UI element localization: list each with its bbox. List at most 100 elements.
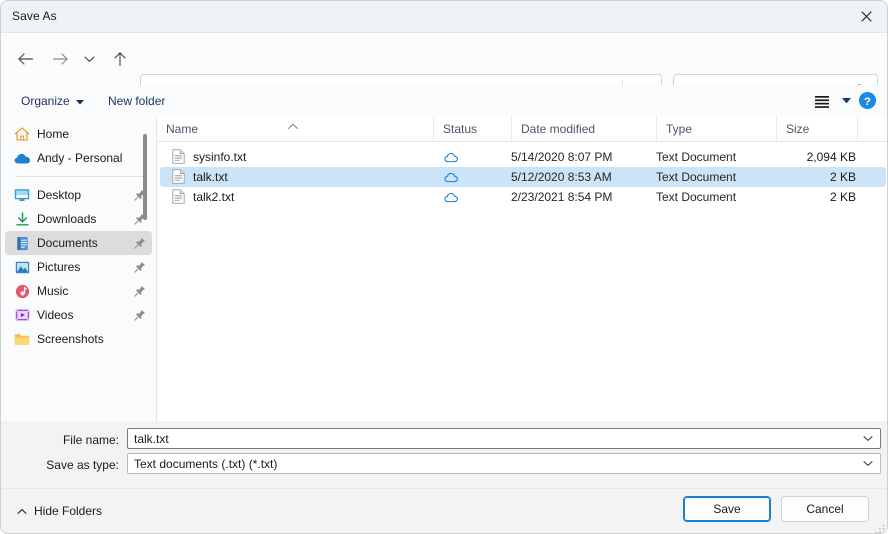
cell-status — [431, 167, 471, 187]
save-button-label: Save — [713, 502, 740, 516]
column-header-row: Name Status Date modified Type Size — [157, 117, 888, 142]
file-name-label: File name: — [9, 433, 119, 447]
sidebar-item-screenshots[interactable]: Screenshots — [5, 327, 152, 351]
sidebar-item-videos[interactable]: Videos — [5, 303, 152, 327]
cell-date-modified: 5/12/2020 8:53 AM — [511, 167, 656, 187]
table-row[interactable]: sysinfo.txt 5/14/2020 8:07 PM Text Docum… — [160, 147, 886, 167]
title-bar: Save As — [1, 1, 888, 33]
save-as-type-select[interactable]: Text documents (.txt) (*.txt) — [127, 453, 881, 474]
sidebar-item-music[interactable]: Music — [5, 279, 152, 303]
text-file-icon — [172, 149, 185, 169]
column-header-spacer[interactable] — [857, 117, 888, 141]
sidebar-divider — [17, 176, 144, 177]
cell-name: talk2.txt — [193, 187, 428, 207]
sidebar-item-label: Home — [37, 127, 69, 141]
column-header-size[interactable]: Size — [776, 117, 857, 141]
file-name-value: talk.txt — [134, 429, 169, 448]
text-file-icon — [172, 169, 185, 189]
save-as-dialog: Save As — [0, 0, 888, 534]
sidebar-item-label: Andy - Personal — [37, 151, 122, 165]
resize-grip[interactable] — [874, 521, 886, 533]
sidebar-item-label: Music — [37, 284, 68, 298]
close-icon — [861, 11, 872, 22]
sidebar-item-home[interactable]: Home — [5, 122, 152, 146]
file-name-input[interactable]: talk.txt — [127, 428, 881, 449]
cell-size: 2,094 KB — [756, 147, 856, 167]
cloud-icon — [444, 152, 459, 163]
sidebar-item-label: Desktop — [37, 188, 81, 202]
table-row[interactable]: talk2.txt 2/23/2021 8:54 PM Text Documen… — [160, 187, 886, 207]
dialog-body: Home Andy - Personal — [1, 117, 888, 421]
cloud-icon — [444, 192, 459, 203]
caret-down-icon — [842, 98, 851, 104]
home-icon — [11, 126, 33, 142]
column-header-name[interactable]: Name — [157, 117, 433, 141]
organize-label: Organize — [21, 94, 70, 108]
arrow-left-icon — [17, 52, 34, 66]
downloads-icon — [11, 212, 33, 227]
cloud-icon — [444, 172, 459, 183]
save-as-type-label: Save as type: — [9, 458, 119, 472]
column-header-type[interactable]: Type — [656, 117, 776, 141]
arrow-right-icon — [52, 52, 69, 66]
organize-button[interactable]: Organize — [15, 89, 90, 113]
save-as-type-value: Text documents (.txt) (*.txt) — [134, 454, 277, 473]
pictures-icon — [11, 260, 33, 275]
view-dropdown-button[interactable] — [838, 90, 854, 112]
folder-icon — [11, 333, 33, 346]
save-form: File name: talk.txt Save as type: Text d… — [1, 421, 888, 488]
documents-icon — [11, 236, 33, 251]
desktop-icon — [11, 188, 33, 202]
cell-name: talk.txt — [193, 167, 428, 187]
cell-status — [431, 187, 471, 207]
cell-size: 2 KB — [756, 187, 856, 207]
cell-size: 2 KB — [756, 167, 856, 187]
file-name-dropdown-button[interactable] — [863, 429, 873, 448]
save-as-type-dropdown-button[interactable] — [863, 454, 873, 473]
sidebar-item-pictures[interactable]: Pictures — [5, 255, 152, 279]
sidebar-item-desktop[interactable]: Desktop — [5, 183, 152, 207]
forward-button[interactable] — [45, 44, 75, 74]
chevron-down-icon — [863, 460, 873, 467]
chevron-up-icon — [17, 508, 27, 515]
sidebar-item-label: Screenshots — [37, 332, 104, 346]
cell-status — [431, 147, 471, 167]
cell-date-modified: 2/23/2021 8:54 PM — [511, 187, 656, 207]
cell-name: sysinfo.txt — [193, 147, 428, 167]
sidebar-item-label: Pictures — [37, 260, 80, 274]
arrow-up-icon — [113, 51, 127, 67]
sidebar-item-downloads[interactable]: Downloads — [5, 207, 152, 231]
file-list: Name Status Date modified Type Size — [157, 117, 888, 421]
text-file-icon — [172, 189, 185, 209]
window-title: Save As — [12, 9, 57, 23]
column-header-date-modified[interactable]: Date modified — [511, 117, 656, 141]
column-header-status[interactable]: Status — [433, 117, 511, 141]
recent-locations-button[interactable] — [77, 44, 101, 74]
save-button[interactable]: Save — [683, 496, 771, 522]
sidebar-item-andy-personal[interactable]: Andy - Personal — [5, 146, 152, 170]
hide-folders-button[interactable]: Hide Folders — [13, 502, 106, 520]
back-button[interactable] — [10, 44, 40, 74]
onedrive-icon — [11, 152, 33, 165]
help-button[interactable]: ? — [858, 91, 878, 111]
sidebar-item-label: Downloads — [37, 212, 96, 226]
chevron-down-icon — [84, 55, 95, 63]
new-folder-label: New folder — [108, 94, 165, 108]
close-button[interactable] — [843, 1, 888, 32]
sidebar-item-label: Documents — [37, 236, 98, 250]
sidebar-item-documents[interactable]: Documents — [5, 231, 152, 255]
navigation-pane: Home Andy - Personal — [1, 117, 156, 421]
sidebar-scrollbar[interactable] — [142, 117, 152, 421]
help-icon: ? — [858, 91, 877, 110]
chevron-down-icon — [863, 435, 873, 442]
sidebar-scrollbar-thumb[interactable] — [143, 134, 147, 220]
sidebar-item-label: Videos — [37, 308, 73, 322]
table-row[interactable]: talk.txt 5/12/2020 8:53 AM Text Document… — [160, 167, 886, 187]
new-folder-button[interactable]: New folder — [102, 89, 171, 113]
view-options-button[interactable] — [811, 90, 833, 112]
cancel-button[interactable]: Cancel — [781, 496, 869, 522]
up-button[interactable] — [105, 44, 135, 74]
music-icon — [11, 284, 33, 299]
command-bar: Organize New folder ? — [1, 85, 888, 117]
navigation-bar: › Andy - Personal › Documents — [1, 33, 888, 85]
